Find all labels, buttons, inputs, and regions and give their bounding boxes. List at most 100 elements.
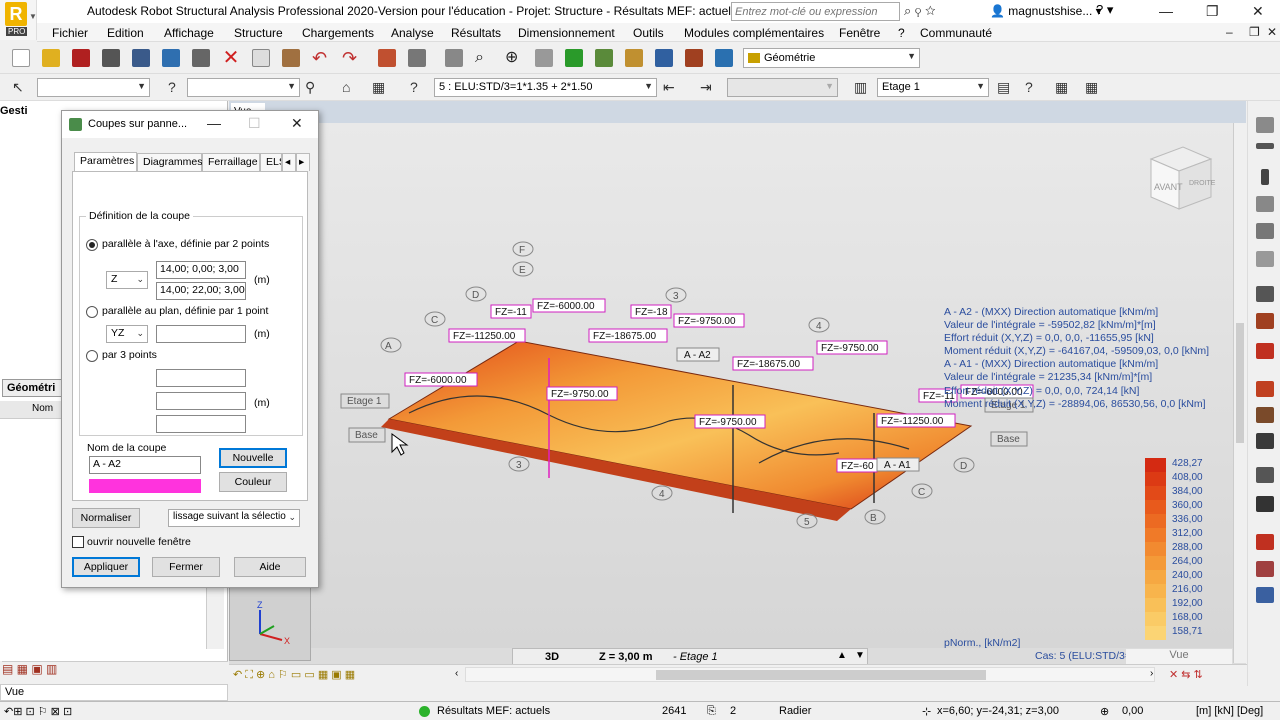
load-case-select[interactable]: 5 : ELU:STD/3=1*1.35 + 2*1.50 ▼ <box>434 78 657 97</box>
close-dialog-button[interactable]: Fermer <box>152 557 220 577</box>
status-tools-icon[interactable]: ↶⊞ ⊡ ⚐ ⊠ ⊡ <box>4 705 72 718</box>
reinforcement-icon[interactable] <box>655 49 673 67</box>
dialog-minimize-button[interactable]: — <box>207 115 221 131</box>
mdi-restore-icon[interactable]: ❐ <box>1249 25 1260 39</box>
menu-analyse[interactable]: Analyse <box>391 26 434 40</box>
plane-point-input[interactable] <box>156 325 246 343</box>
axis-select[interactable]: Z ⌄ <box>106 271 148 289</box>
radio-parallel-axis[interactable] <box>86 239 98 251</box>
view-mode[interactable]: 3D <box>545 651 559 663</box>
plane-select[interactable]: YZ ⌄ <box>106 325 148 343</box>
scroll-thumb[interactable] <box>656 670 986 680</box>
bars-icon[interactable] <box>1256 143 1274 149</box>
tools-icon[interactable] <box>685 49 703 67</box>
mdi-minimize-icon[interactable]: – <box>1226 25 1233 39</box>
copy-icon[interactable] <box>252 49 270 67</box>
level-down-icon[interactable]: ▼ <box>855 650 865 661</box>
new-file-icon[interactable] <box>12 49 30 67</box>
bar-selection-combo[interactable]: ▼ <box>187 78 300 97</box>
tab-scroll-right-icon[interactable]: ▸ <box>296 153 310 171</box>
cut-name-input[interactable]: A - A2 <box>89 456 201 474</box>
p3-input[interactable] <box>156 415 246 433</box>
undo-icon[interactable]: ↶ <box>312 49 330 67</box>
zoom-window-icon[interactable]: ⌕ <box>475 49 493 67</box>
storey-list-icon[interactable]: ▦ <box>1055 79 1068 96</box>
horizontal-scrollbar[interactable] <box>465 667 1155 682</box>
panel-icon[interactable] <box>1256 196 1274 212</box>
menu-fichier[interactable]: Fichier <box>52 26 88 40</box>
layout-select[interactable]: Géométrie ▼ <box>743 48 920 68</box>
print-icon[interactable] <box>102 49 120 67</box>
menu-communaute[interactable]: Communauté <box>920 26 992 40</box>
load-icon[interactable] <box>1256 343 1274 359</box>
table-icon[interactable] <box>408 49 426 67</box>
pick-icon[interactable]: ⚲ <box>305 79 315 96</box>
scroll-thumb[interactable] <box>1236 323 1244 443</box>
new-cut-button[interactable]: Nouvelle <box>219 448 287 468</box>
scroll-right-icon[interactable]: › <box>1150 668 1153 679</box>
view-tools-icon[interactable]: ↶ ⛶ ⊕ ⌂ ⚐ ▭ ▭ ▦ ▣ ▦ <box>233 668 355 682</box>
dialog-close-button[interactable]: ✕ <box>291 115 303 132</box>
tab-geometry[interactable]: Géométri <box>2 379 62 397</box>
normalize-button[interactable]: Normaliser <box>72 508 140 528</box>
view-input[interactable]: Vue <box>0 684 228 701</box>
tab-diagrammes[interactable]: Diagrammes <box>137 153 203 171</box>
smoothing-select[interactable]: lissage suivant la sélectio ⌄ <box>168 509 300 527</box>
new-window-checkbox[interactable] <box>72 536 84 548</box>
close-button[interactable]: ✕ <box>1252 3 1264 20</box>
help-button[interactable]: ? ▾ <box>1096 2 1113 18</box>
restore-button[interactable]: ❐ <box>1206 3 1219 20</box>
storey-select[interactable]: Etage 1 ▼ <box>877 78 989 97</box>
storey-prop-icon[interactable]: ▤ <box>997 79 1010 96</box>
nodes-icon[interactable] <box>1256 117 1274 133</box>
binoculars-icon[interactable]: ⌕ ⚲ ☆ <box>904 3 936 19</box>
save-icon[interactable] <box>72 49 90 67</box>
viewcube[interactable]: AVANT DROITE <box>1145 145 1217 218</box>
selection-icon[interactable]: ↖ <box>12 79 24 96</box>
paste-icon[interactable] <box>282 49 300 67</box>
menu-outils[interactable]: Outils <box>633 26 664 40</box>
cladding-icon[interactable] <box>1256 381 1274 397</box>
grid-icon[interactable]: ▦ <box>372 79 385 96</box>
menu-help[interactable]: ? <box>898 26 905 40</box>
results-icon[interactable] <box>625 49 643 67</box>
p1-input[interactable] <box>156 369 246 387</box>
menu-dimensionnement[interactable]: Dimensionnement <box>518 26 615 40</box>
storey-icon[interactable]: ▥ <box>854 79 867 96</box>
camera-icon[interactable] <box>192 49 210 67</box>
analysis-icon[interactable] <box>595 49 613 67</box>
user-account[interactable]: 👤 magnustshise... ▾ <box>990 4 1102 18</box>
menu-fenetre[interactable]: Fenêtre <box>839 26 880 40</box>
home-icon[interactable]: ⌂ <box>342 79 350 95</box>
storey-help-icon[interactable]: ? <box>1025 79 1033 95</box>
color-button[interactable]: Couleur <box>219 472 287 492</box>
view-3d[interactable]: FZ=-6000.00 FZ=-11250.00 FZ=-11 FZ=-6000… <box>229 123 1233 662</box>
radio-three-points[interactable] <box>86 350 98 362</box>
lock-icon[interactable] <box>445 49 463 67</box>
support-icon[interactable] <box>1256 251 1274 267</box>
zoom-icon[interactable]: ⊕ <box>505 49 523 67</box>
releases-icon[interactable] <box>1256 467 1274 483</box>
offset-icon[interactable] <box>1256 433 1274 449</box>
help-dialog-button[interactable]: Aide <box>234 557 306 577</box>
link-icon[interactable] <box>1256 534 1274 550</box>
apply-button[interactable]: Appliquer <box>72 557 140 577</box>
mdi-close-icon[interactable]: ✕ <box>1267 25 1277 39</box>
tab-ferraillage[interactable]: Ferraillage <box>202 153 260 171</box>
vertical-scrollbar[interactable] <box>1233 123 1246 663</box>
menu-structure[interactable]: Structure <box>234 26 283 40</box>
menu-affichage[interactable]: Affichage <box>164 26 214 40</box>
scroll-left-icon[interactable]: ‹ <box>455 668 458 679</box>
bar-selection-icon[interactable]: ? <box>168 79 176 95</box>
tab-els[interactable]: ELS <box>260 153 282 171</box>
redo-icon[interactable]: ↷ <box>342 49 360 67</box>
section-icon[interactable] <box>1256 286 1274 302</box>
hinge-icon[interactable] <box>1256 407 1274 423</box>
search-input[interactable] <box>731 2 900 21</box>
layouts-icon[interactable] <box>715 49 733 67</box>
calculator-icon[interactable] <box>378 49 396 67</box>
radio-parallel-plane[interactable] <box>86 306 98 318</box>
node-selection-combo[interactable]: ▼ <box>37 78 150 97</box>
material-icon[interactable] <box>1256 313 1274 329</box>
calculate-icon[interactable] <box>565 49 583 67</box>
